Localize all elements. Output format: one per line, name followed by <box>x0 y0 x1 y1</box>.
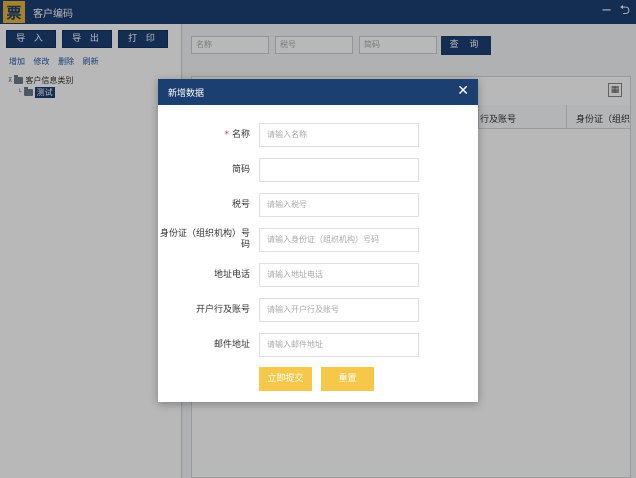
add-data-dialog: 新增数据 ✕ * 名称 请输入名称 简码 税号 请输入税号 身份证（组织机构）号码… <box>158 79 478 402</box>
email-input[interactable]: 请输入邮件地址 <box>259 333 419 357</box>
field-label-address: 地址电话 <box>213 270 250 280</box>
close-icon[interactable]: ✕ <box>457 83 469 99</box>
dialog-header: 新增数据 ✕ <box>158 79 478 105</box>
tax-number-input[interactable]: 请输入税号 <box>259 193 419 217</box>
field-label-tax: 税号 <box>231 200 250 210</box>
form-row-shortcode: 简码 <box>158 158 478 182</box>
field-label-email: 邮件地址 <box>213 340 250 350</box>
field-label-bank: 开户行及账号 <box>195 305 250 315</box>
name-input[interactable]: 请输入名称 <box>259 123 419 147</box>
field-label-shortcode: 简码 <box>231 165 250 175</box>
submit-button[interactable]: 立即提交 <box>259 367 312 391</box>
id-number-input[interactable]: 请输入身份证（组织机构）号码 <box>259 228 419 252</box>
field-label-id: 身份证（组织机构）号码 <box>160 229 251 250</box>
reset-button[interactable]: 重置 <box>321 367 374 391</box>
form-row-id: 身份证（组织机构）号码 请输入身份证（组织机构）号码 <box>158 228 478 252</box>
form-row-bank: 开户行及账号 请输入开户行及账号 <box>158 298 478 322</box>
dialog-title: 新增数据 <box>168 88 205 99</box>
form-row-name: * 名称 请输入名称 <box>158 123 478 147</box>
address-phone-input[interactable]: 请输入地址电话 <box>259 263 419 287</box>
form-row-tax: 税号 请输入税号 <box>158 193 478 217</box>
bank-account-input[interactable]: 请输入开户行及账号 <box>259 298 419 322</box>
required-mark: * <box>224 130 229 140</box>
form-row-address: 地址电话 请输入地址电话 <box>158 263 478 287</box>
form-row-email: 邮件地址 请输入邮件地址 <box>158 333 478 357</box>
shortcode-input[interactable] <box>259 158 419 182</box>
field-label-name: * 名称 <box>224 130 250 140</box>
